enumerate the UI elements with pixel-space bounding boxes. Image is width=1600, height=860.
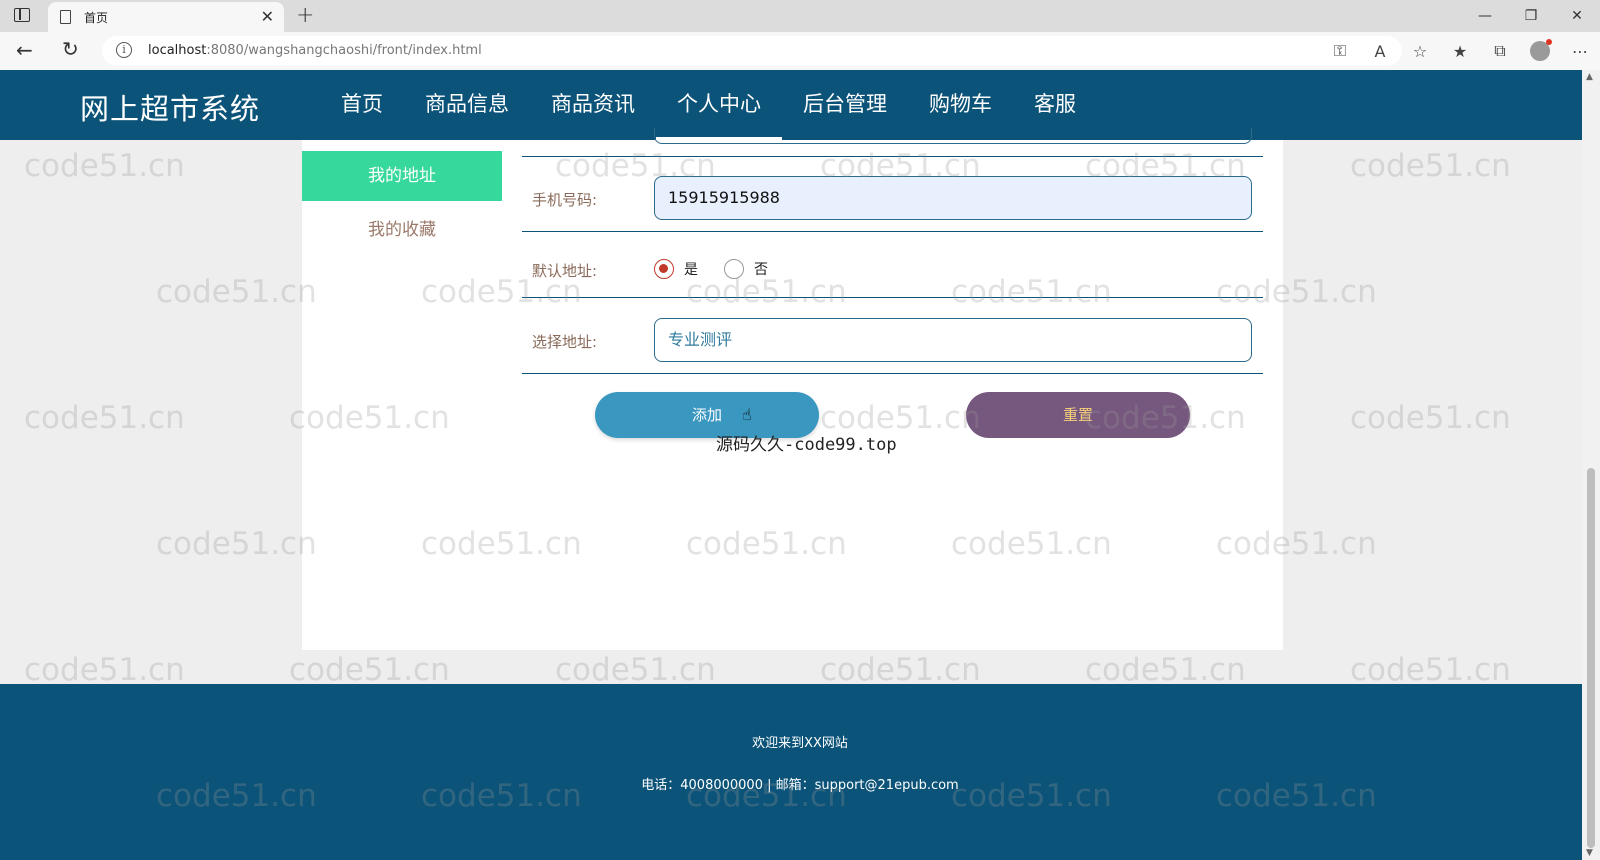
watermark: code51.cn (1350, 148, 1511, 184)
sidebar-toggle-icon[interactable] (14, 8, 30, 22)
hand-cursor-icon: ☝ (742, 405, 752, 424)
nav-home[interactable]: 首页 (320, 70, 404, 140)
favorites-icon[interactable]: ★ (1440, 42, 1480, 61)
sidebar-item-my-address[interactable]: 我的地址 (302, 151, 502, 201)
page-scrollbar[interactable]: ▲ ▼ (1582, 70, 1600, 860)
key-icon[interactable]: ⚿ (1320, 41, 1360, 61)
watermark: code51.cn (156, 274, 317, 310)
tab-title: 首页 (84, 11, 109, 25)
url-host: localhost (148, 43, 207, 58)
footer-welcome: 欢迎来到XX网站 (752, 736, 848, 751)
reset-button[interactable]: 重置 (966, 392, 1190, 438)
browser-tab[interactable]: 首页 ✕ (48, 2, 284, 32)
browser-tab-bar: 首页 ✕ + — ❐ ✕ (0, 0, 1600, 32)
new-tab-icon[interactable]: + (296, 3, 314, 28)
watermark: code51.cn (820, 652, 981, 688)
close-window-icon[interactable]: ✕ (1554, 0, 1600, 32)
caption-text: 源码久久-code99.top (716, 435, 897, 455)
site-logo[interactable]: 网上超市系统 (80, 86, 260, 128)
row-divider (522, 156, 1263, 157)
footer-contact: 电话：4008000000 | 邮箱：support@21epub.com (641, 778, 959, 793)
url-path: :8080/wangshangchaoshi/front/index.html (206, 43, 482, 58)
row-divider (522, 231, 1263, 232)
nav-news[interactable]: 商品资讯 (530, 70, 656, 140)
watermark: code51.cn (289, 652, 450, 688)
watermark: code51.cn (1350, 400, 1511, 436)
watermark: code51.cn (1350, 652, 1511, 688)
radio-yes-label[interactable]: 是 (684, 259, 698, 279)
url-text: localhost:8080/wangshangchaoshi/front/in… (148, 43, 482, 58)
scroll-down-icon[interactable]: ▼ (1586, 848, 1593, 858)
read-aloud-icon[interactable]: A (1360, 42, 1400, 61)
watermark: code51.cn (156, 526, 317, 562)
watermark: code51.cn (24, 400, 185, 436)
page-icon (60, 10, 71, 24)
phone-label: 手机号码: (532, 191, 598, 209)
minimize-icon[interactable]: — (1462, 0, 1508, 32)
restore-icon[interactable]: ❐ (1508, 0, 1554, 32)
sidebar-item-my-favorites[interactable]: 我的收藏 (302, 210, 502, 250)
info-icon[interactable]: i (116, 42, 132, 58)
radio-no[interactable] (724, 259, 744, 279)
row-divider (522, 297, 1263, 298)
watermark: code51.cn (24, 148, 185, 184)
scroll-up-icon[interactable]: ▲ (1586, 72, 1593, 82)
previous-field-input[interactable] (654, 128, 1252, 144)
default-address-radio-group: 是 否 (654, 259, 794, 279)
profile-avatar[interactable] (1530, 39, 1552, 61)
add-favorite-icon[interactable]: ☆ (1400, 42, 1440, 61)
radio-yes[interactable] (654, 259, 674, 279)
address-input[interactable]: 专业测评 (654, 318, 1252, 362)
browser-toolbar: ⚿ A ☆ ★ ⧉ ⋯ (1320, 36, 1600, 66)
scroll-thumb[interactable] (1587, 468, 1595, 848)
site-footer: 欢迎来到XX网站 电话：4008000000 | 邮箱：support@21ep… (0, 684, 1582, 860)
row-divider (522, 373, 1263, 374)
more-menu-icon[interactable]: ⋯ (1560, 42, 1600, 61)
address-label: 选择地址: (532, 333, 598, 351)
nav-products[interactable]: 商品信息 (404, 70, 530, 140)
window-controls: — ❐ ✕ (1462, 0, 1600, 32)
address-bar: ← ↻ i localhost:8080/wangshangchaoshi/fr… (0, 32, 1600, 70)
back-arrow-icon[interactable]: ← (16, 38, 33, 62)
watermark: code51.cn (24, 652, 185, 688)
radio-no-label[interactable]: 否 (754, 259, 768, 279)
watermark: code51.cn (1085, 652, 1246, 688)
watermark: code51.cn (555, 652, 716, 688)
close-tab-icon[interactable]: ✕ (261, 7, 274, 26)
reload-icon[interactable]: ↻ (62, 37, 79, 61)
phone-input[interactable]: 15915915988 (654, 176, 1252, 220)
default-address-label: 默认地址: (532, 262, 598, 280)
url-field[interactable]: i localhost:8080/wangshangchaoshi/front/… (102, 36, 1402, 66)
collections-icon[interactable]: ⧉ (1480, 41, 1520, 61)
